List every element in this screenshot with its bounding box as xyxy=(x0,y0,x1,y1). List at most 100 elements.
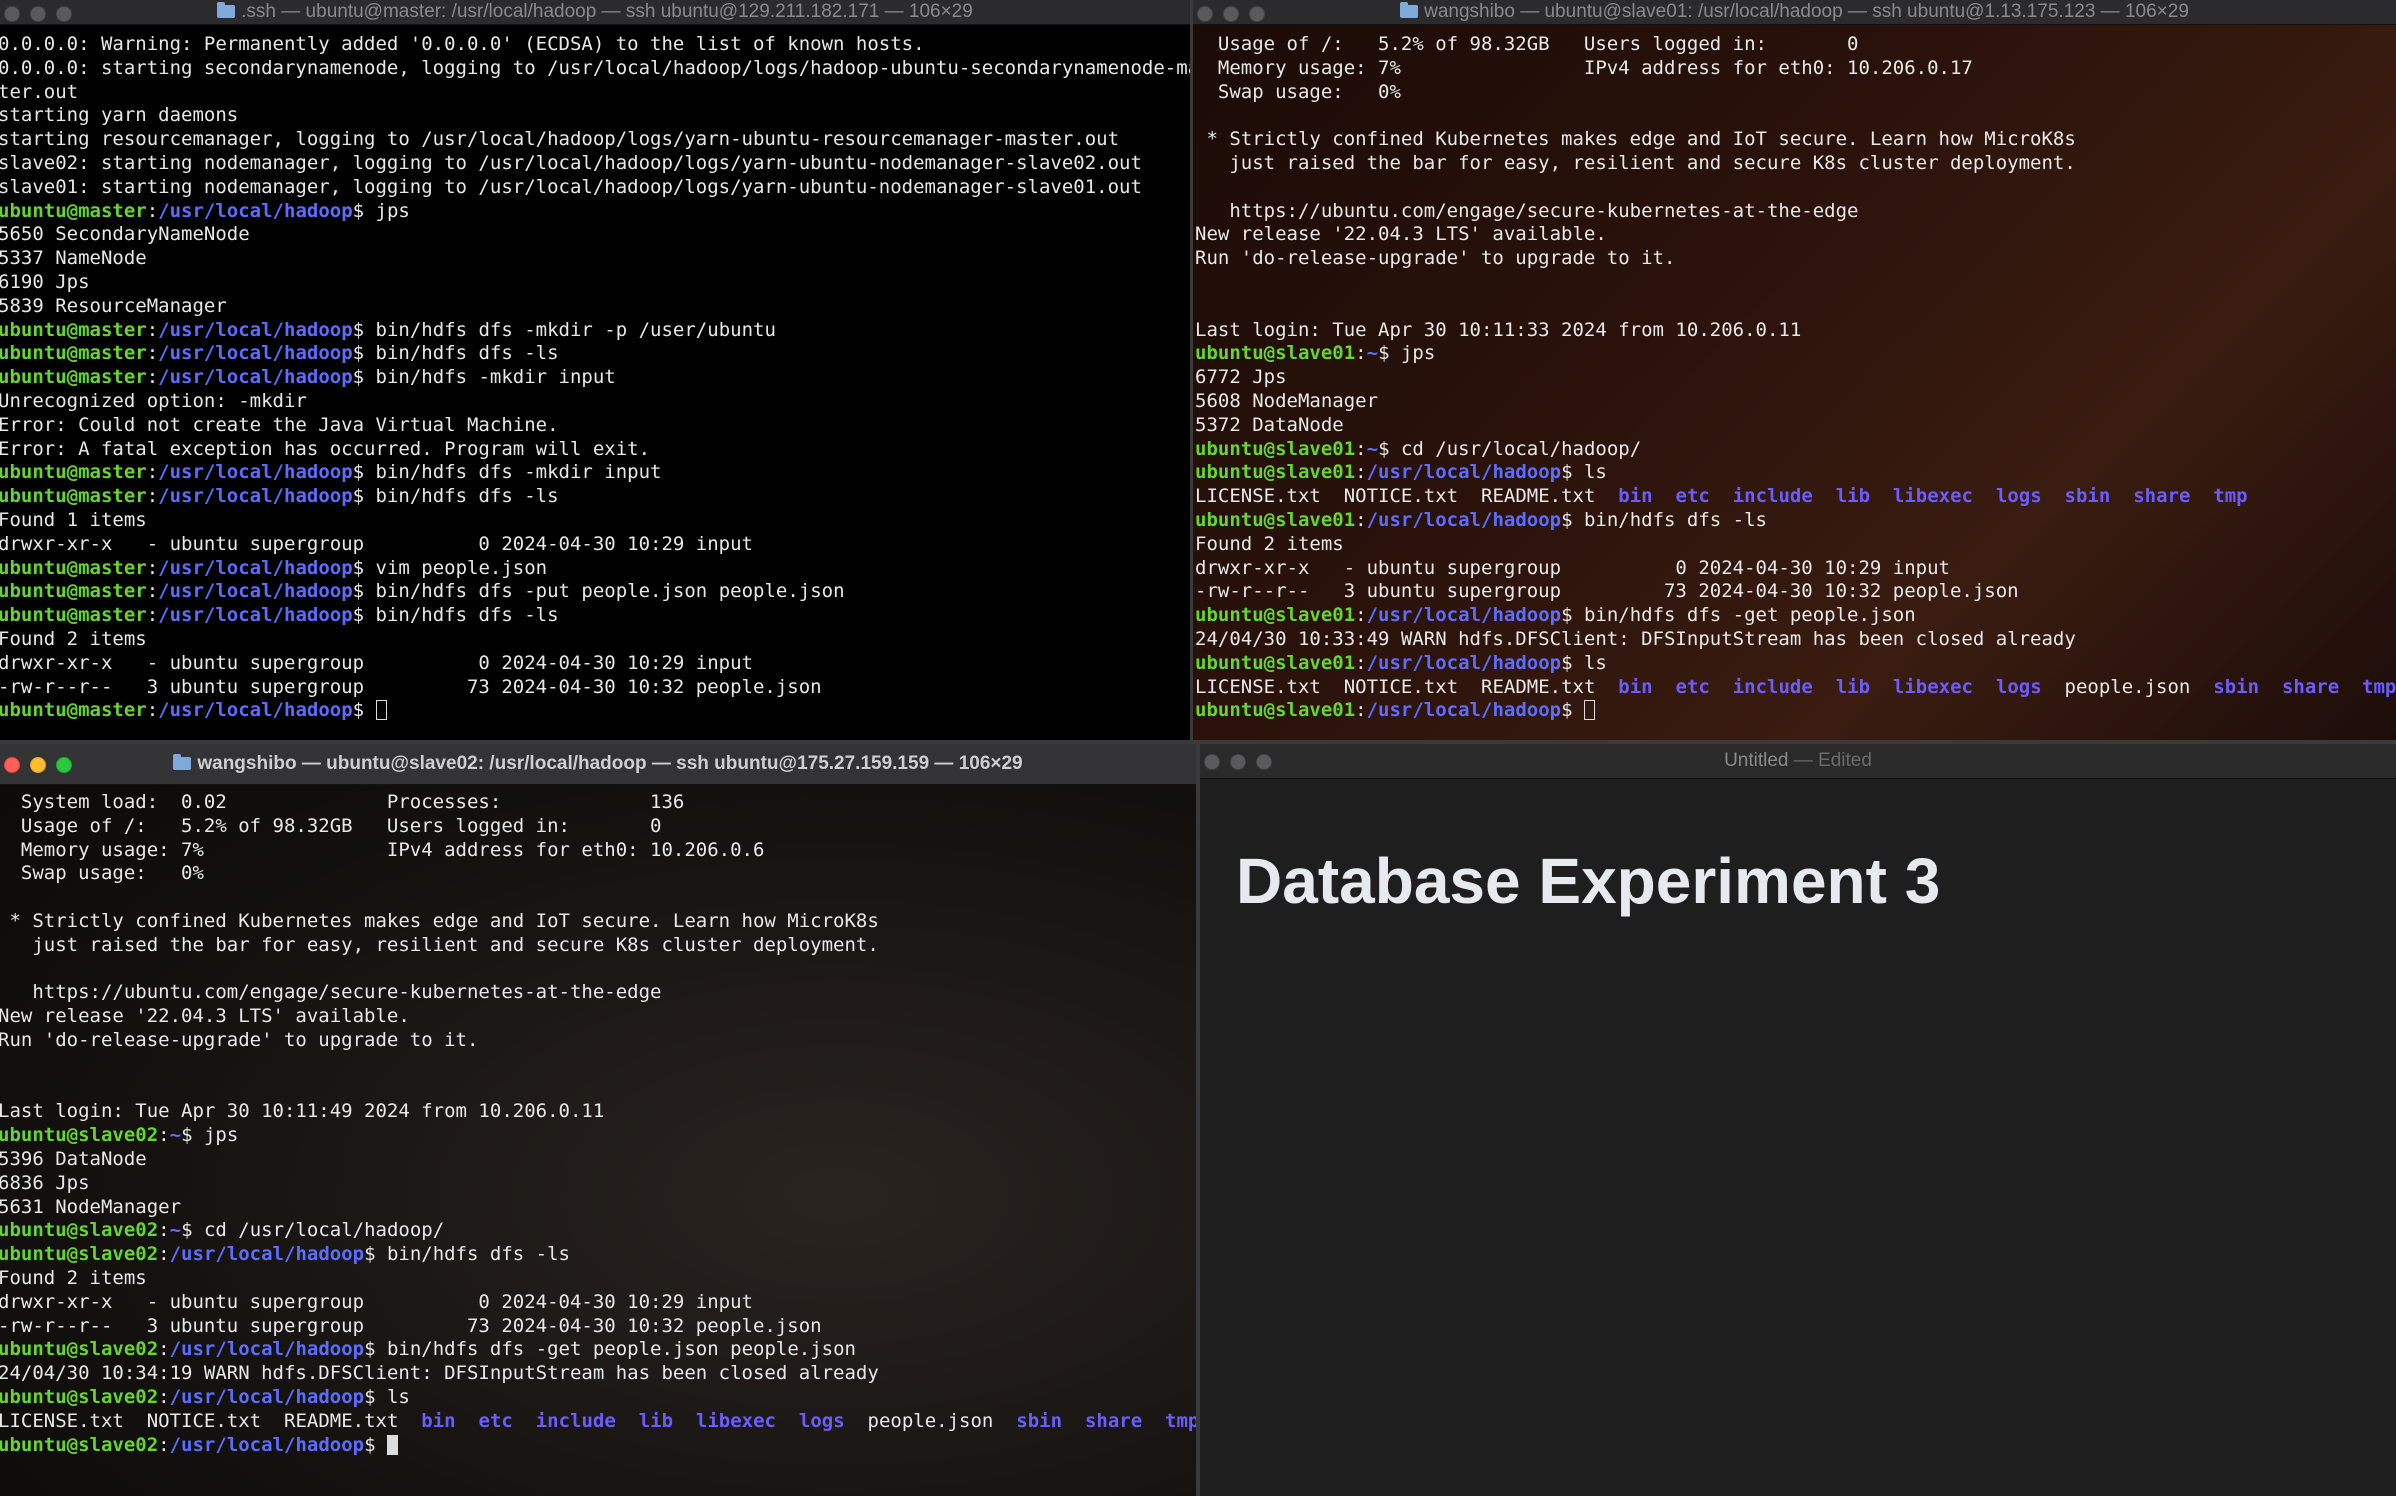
prompt-path: /usr/local/hadoop xyxy=(169,1385,365,1408)
terminal-line: drwxr-xr-x - ubuntu supergroup 0 2024-04… xyxy=(0,532,753,555)
terminal-line: Error: A fatal exception has occurred. P… xyxy=(0,437,651,460)
close-button[interactable] xyxy=(1197,6,1213,22)
window-controls xyxy=(4,757,72,773)
command-text: $ vim people.json xyxy=(352,556,548,579)
terminal-line: 24/04/30 10:33:49 WARN hdfs.DFSClient: D… xyxy=(1195,627,2076,650)
terminal-window-master[interactable]: .ssh — ubuntu@master: /usr/local/hadoop … xyxy=(0,0,1190,740)
prompt-sep: : xyxy=(1355,342,1367,365)
terminal-line: ubuntu@slave02:~$ cd /usr/local/hadoop/ xyxy=(0,1219,1196,1243)
terminal-line: ter.out xyxy=(0,80,79,103)
terminal-line: starting yarn daemons xyxy=(0,104,239,127)
terminal-output[interactable]: System load: 0.02 Processes: 136 Usage o… xyxy=(0,791,1196,1496)
minimize-button[interactable] xyxy=(30,6,46,22)
ls-file: LICENSE.txt xyxy=(1195,485,1321,508)
ls-directory: libexec xyxy=(1892,675,1973,698)
terminal-line: 6836 Jps xyxy=(0,1171,90,1194)
ls-file: README.txt xyxy=(284,1409,399,1432)
terminal-line: ubuntu@master:/usr/local/hadoop$ bin/hdf… xyxy=(0,485,1190,509)
prompt-sep: : xyxy=(146,461,159,484)
window-title: .ssh — ubuntu@master: /usr/local/hadoop … xyxy=(241,1,973,22)
title-bar[interactable]: Untitled — Edited xyxy=(1200,744,2396,779)
minimize-button[interactable] xyxy=(1223,6,1239,22)
terminal-line: ubuntu@slave02:/usr/local/hadoop$ bin/hd… xyxy=(0,1243,1196,1267)
terminal-line: -rw-r--r-- 3 ubuntu supergroup 73 2024-0… xyxy=(0,1314,822,1337)
prompt-user: ubuntu@master xyxy=(0,366,147,389)
prompt-path: ~ xyxy=(1366,437,1379,460)
terminal-line: ubuntu@slave02:~$ jps xyxy=(0,1124,1196,1148)
ls-file: people.json xyxy=(867,1409,994,1432)
terminal-line: ubuntu@slave01:/usr/local/hadoop$ bin/hd… xyxy=(1195,604,2396,628)
terminal-line: ubuntu@master:/usr/local/hadoop$ vim peo… xyxy=(0,557,1190,581)
terminal-line: 24/04/30 10:34:19 WARN hdfs.DFSClient: D… xyxy=(0,1362,879,1385)
terminal-window-slave01[interactable]: wangshibo — ubuntu@slave01: /usr/local/h… xyxy=(1193,0,2396,740)
command-text: $ bin/hdfs dfs -ls xyxy=(352,604,559,627)
prompt-path: /usr/local/hadoop xyxy=(158,699,353,722)
prompt-path: /usr/local/hadoop xyxy=(169,1243,365,1266)
terminal-output[interactable]: Usage of /: 5.2% of 98.32GB Users logged… xyxy=(1195,33,2396,740)
terminal-line: 6190 Jps xyxy=(0,270,90,293)
terminal-line: https://ubuntu.com/engage/secure-kuberne… xyxy=(0,981,662,1004)
terminal-line: Swap usage: 0% xyxy=(0,862,204,885)
terminal-line: Last login: Tue Apr 30 10:11:49 2024 fro… xyxy=(0,1100,605,1123)
text-cursor xyxy=(375,700,387,721)
command-text: $ bin/hdfs dfs -put people.json people.j… xyxy=(352,580,845,603)
title-bar[interactable]: wangshibo — ubuntu@slave02: /usr/local/h… xyxy=(0,744,1196,785)
editor-window[interactable]: Untitled — Edited Database Experiment 3 xyxy=(1200,744,2396,1496)
terminal-window-slave02[interactable]: wangshibo — ubuntu@slave02: /usr/local/h… xyxy=(0,744,1196,1496)
close-button[interactable] xyxy=(1204,754,1220,770)
document-heading[interactable]: Database Experiment 3 xyxy=(1236,844,1940,918)
terminal-line: 5839 ResourceManager xyxy=(0,294,227,317)
ls-directory: share xyxy=(1084,1409,1143,1432)
terminal-line: ubuntu@master:/usr/local/hadoop$ bin/hdf… xyxy=(0,319,1190,343)
title-bar[interactable]: wangshibo — ubuntu@slave01: /usr/local/h… xyxy=(1193,0,2396,25)
command-text: $ cd /usr/local/hadoop/ xyxy=(1378,437,1642,460)
prompt-path: /usr/local/hadoop xyxy=(158,318,353,341)
command-text: $ bin/hdfs dfs -mkdir -p /user/ubuntu xyxy=(352,318,776,341)
terminal-line: ubuntu@master:/usr/local/hadoop$ xyxy=(0,699,1190,723)
prompt-user: ubuntu@slave02 xyxy=(0,1433,159,1456)
ls-directory: etc xyxy=(1675,675,1710,698)
terminal-line: Usage of /: 5.2% of 98.32GB Users logged… xyxy=(1195,33,1859,55)
terminal-line: just raised the bar for easy, resilient … xyxy=(1195,151,2076,174)
terminal-line: Memory usage: 7% IPv4 address for eth0: … xyxy=(1195,56,1973,79)
terminal-line: ubuntu@master:/usr/local/hadoop$ bin/hdf… xyxy=(0,580,1190,604)
close-button[interactable] xyxy=(4,757,20,773)
zoom-button[interactable] xyxy=(56,757,72,773)
terminal-line: ubuntu@master:/usr/local/hadoop$ bin/hdf… xyxy=(0,342,1190,366)
minimize-button[interactable] xyxy=(30,757,46,773)
terminal-line: ubuntu@master:/usr/local/hadoop$ bin/hdf… xyxy=(0,366,1190,390)
zoom-button[interactable] xyxy=(1249,6,1265,22)
ls-file: people.json xyxy=(2064,675,2191,698)
terminal-line: 5631 NodeManager xyxy=(0,1195,182,1218)
terminal-line: drwxr-xr-x - ubuntu supergroup 0 2024-04… xyxy=(0,1290,753,1313)
terminal-line: LICENSE.txt NOTICE.txt README.txt bin et… xyxy=(1195,485,2396,509)
command-text: $ bin/hdfs dfs -ls xyxy=(352,485,559,508)
terminal-line: ubuntu@slave02:/usr/local/hadoop$ bin/hd… xyxy=(0,1338,1196,1362)
prompt-user: ubuntu@slave01 xyxy=(1195,508,1356,531)
close-button[interactable] xyxy=(4,6,20,22)
prompt-sep: : xyxy=(158,1219,170,1242)
document-title: Untitled xyxy=(1724,750,1789,771)
prompt-user: ubuntu@master xyxy=(0,342,147,365)
ls-directory: share xyxy=(2133,485,2191,508)
zoom-button[interactable] xyxy=(56,6,72,22)
terminal-line: just raised the bar for easy, resilient … xyxy=(0,933,879,956)
terminal-line: Found 2 items xyxy=(1195,532,1344,555)
terminal-line: ubuntu@slave01:~$ jps xyxy=(1195,342,2396,366)
terminal-output[interactable]: 0.0.0.0: Warning: Permanently added '0.0… xyxy=(0,33,1190,740)
prompt-path: /usr/local/hadoop xyxy=(1366,461,1562,484)
pane-divider xyxy=(1190,0,1193,740)
prompt-path: /usr/local/hadoop xyxy=(158,485,353,508)
edited-status: Edited xyxy=(1818,750,1872,771)
title-bar[interactable]: .ssh — ubuntu@master: /usr/local/hadoop … xyxy=(0,0,1190,25)
window-controls xyxy=(1204,754,1272,770)
terminal-line: 6772 Jps xyxy=(1195,366,1287,389)
minimize-button[interactable] xyxy=(1230,754,1246,770)
prompt-sep: : xyxy=(158,1385,170,1408)
zoom-button[interactable] xyxy=(1256,754,1272,770)
prompt-user: ubuntu@slave01 xyxy=(1195,699,1356,722)
